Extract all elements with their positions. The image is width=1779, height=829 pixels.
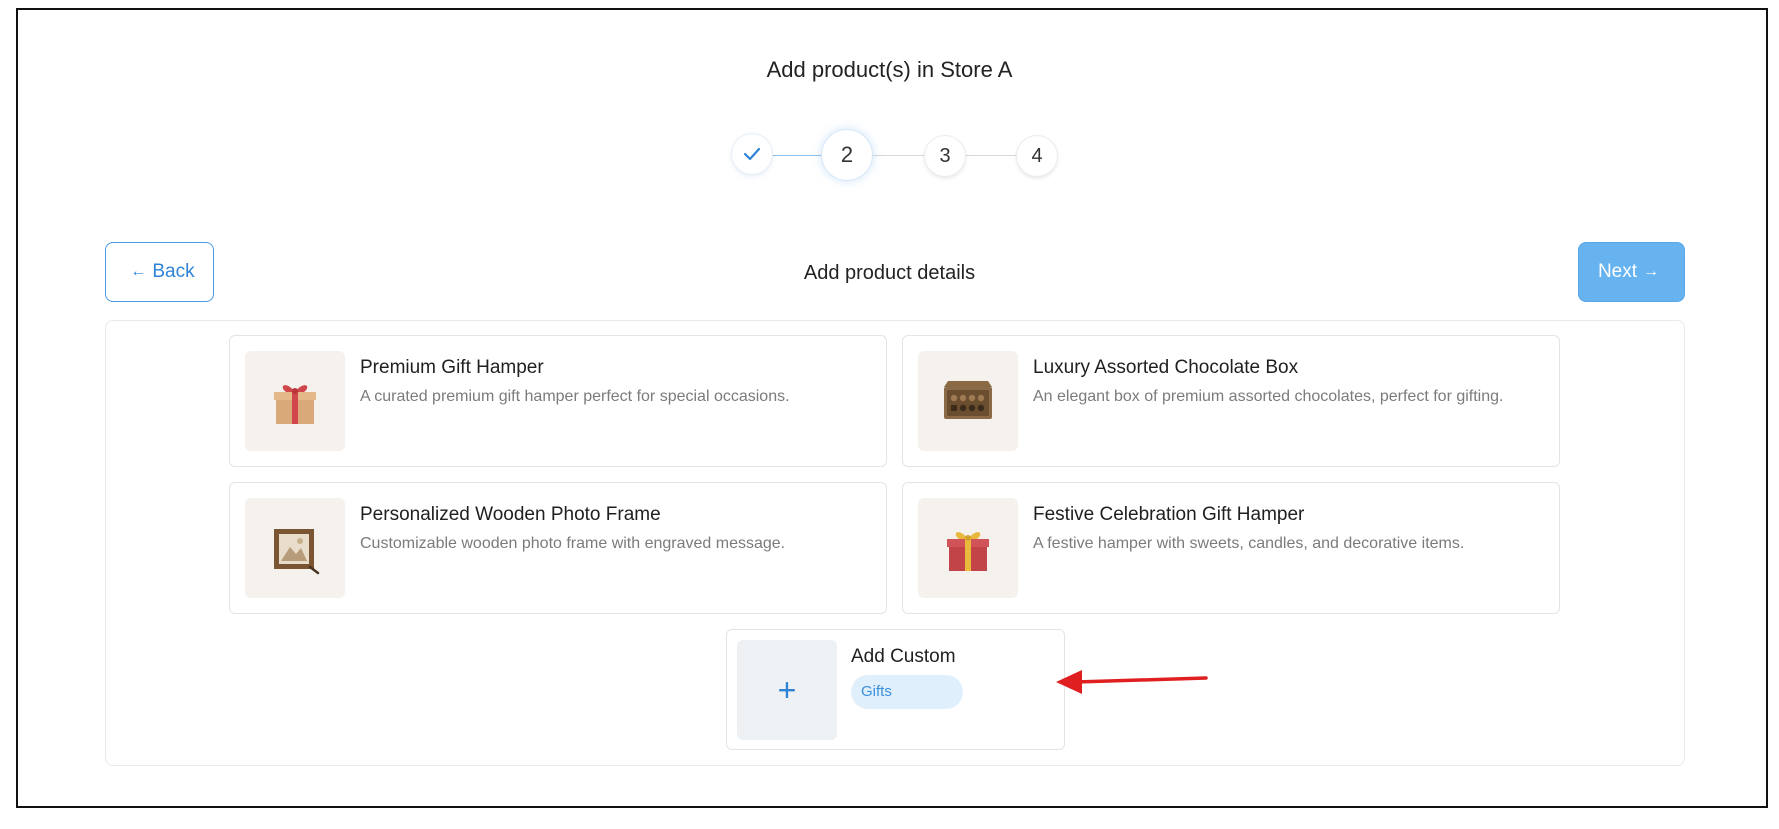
- step-3[interactable]: 3: [925, 136, 965, 176]
- step-2-current[interactable]: 2: [822, 130, 872, 180]
- stepper-connector: [772, 155, 822, 156]
- arrow-right-icon: →: [1643, 263, 1660, 280]
- category-tag[interactable]: Gifts: [851, 675, 963, 709]
- photo-frame-icon: [274, 529, 320, 575]
- product-name: Luxury Assorted Chocolate Box: [1033, 357, 1299, 378]
- step-number: 3: [939, 144, 951, 167]
- product-description: A festive hamper with sweets, candles, a…: [1033, 535, 1465, 552]
- festive-gift-icon: [947, 532, 989, 571]
- stepper-connector: [872, 155, 925, 156]
- plus-icon[interactable]: +: [737, 640, 837, 740]
- annotation-arrow-icon: [1056, 670, 1208, 694]
- product-name: Personalized Wooden Photo Frame: [360, 504, 661, 525]
- product-thumbnail: [918, 351, 1018, 451]
- product-description: An elegant box of premium assorted choco…: [1033, 388, 1504, 405]
- step-number: 4: [1031, 144, 1043, 167]
- step-4[interactable]: 4: [1017, 136, 1057, 176]
- step-number: 2: [840, 142, 854, 167]
- product-card[interactable]: Festive Celebration Gift Hamper A festiv…: [902, 482, 1560, 614]
- product-name: Premium Gift Hamper: [360, 357, 544, 378]
- product-card[interactable]: Personalized Wooden Photo Frame Customiz…: [229, 482, 887, 614]
- product-thumbnail: [918, 498, 1018, 598]
- section-title: Add product details: [803, 262, 976, 284]
- product-description: A curated premium gift hamper perfect fo…: [360, 388, 790, 405]
- product-thumbnail: [245, 351, 345, 451]
- page-title: Add product(s) in Store A: [766, 57, 1013, 82]
- product-card[interactable]: Luxury Assorted Chocolate Box An elegant…: [902, 335, 1560, 467]
- checkmark-icon: [743, 147, 761, 161]
- product-card[interactable]: Premium Gift Hamper A curated premium gi…: [229, 335, 887, 467]
- product-name: Festive Celebration Gift Hamper: [1033, 504, 1305, 525]
- next-button[interactable]: Next →: [1578, 242, 1685, 302]
- product-description: Customizable wooden photo frame with eng…: [360, 535, 786, 552]
- gift-box-icon: [274, 385, 316, 424]
- product-thumbnail: [245, 498, 345, 598]
- add-custom-title: Add Custom: [851, 646, 956, 667]
- add-custom-card[interactable]: + Add Custom Gifts: [726, 629, 1065, 750]
- chocolate-box-icon: [944, 381, 992, 419]
- step-1-completed[interactable]: [732, 134, 772, 174]
- next-button-label: Next: [1597, 261, 1638, 282]
- stepper-connector: [965, 155, 1017, 156]
